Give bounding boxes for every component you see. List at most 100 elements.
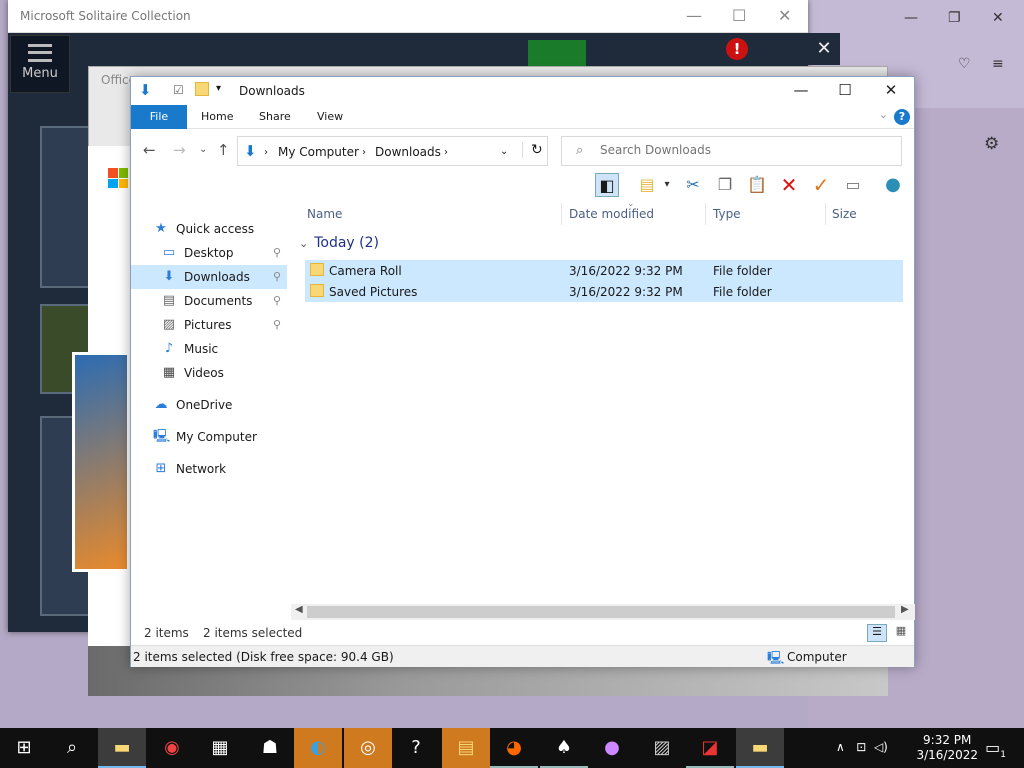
restore-icon[interactable]: ❐ [948, 10, 961, 26]
feedback-icon[interactable]: ? [392, 728, 440, 768]
office-icon[interactable]: ◪ [686, 728, 734, 768]
search-input[interactable] [600, 143, 890, 157]
column-separator[interactable] [705, 203, 706, 225]
column-name[interactable]: Name [307, 207, 342, 221]
people-icon[interactable]: ☗ [246, 728, 294, 768]
pin-icon[interactable]: ⚲ [273, 246, 281, 259]
firefox-icon[interactable]: ◕ [490, 728, 538, 768]
sidebar-item-music[interactable]: ♪ Music [131, 337, 287, 361]
pin-icon[interactable]: ⚲ [273, 270, 281, 283]
minimize-icon[interactable]: — [904, 10, 918, 26]
groove-icon[interactable]: ◎ [344, 728, 392, 768]
alert-icon[interactable]: ! [726, 38, 748, 60]
breadcrumb-my-computer[interactable]: My Computer [278, 145, 359, 159]
item-count: 2 items [144, 626, 189, 640]
settings-gear-icon[interactable]: ⚙ [984, 134, 999, 154]
search-box[interactable]: ⌕ [561, 136, 902, 166]
details-view-icon[interactable]: ☰ [867, 624, 887, 642]
calculator-icon[interactable]: ▦ [196, 728, 244, 768]
group-header-today[interactable]: ⌄ Today (2) [299, 235, 379, 251]
preview-pane-icon[interactable]: ◧ [595, 173, 619, 197]
globe-icon[interactable]: ● [881, 173, 905, 197]
refresh-icon[interactable]: ↻ [522, 142, 543, 158]
sidebar-item-onedrive[interactable]: ☁ OneDrive [131, 393, 287, 417]
cut-icon[interactable]: ✂ [681, 173, 705, 197]
column-headers: Name Date modified ⌄ Type Size [299, 199, 909, 227]
scroll-left-icon[interactable]: ◀ [295, 604, 303, 615]
breadcrumb-downloads[interactable]: Downloads [375, 145, 441, 159]
column-size[interactable]: Size [832, 207, 857, 221]
up-arrow-icon[interactable]: ↑ [217, 141, 230, 159]
search-icon[interactable]: ⌕ [48, 728, 96, 768]
tab-home[interactable]: Home [187, 105, 247, 129]
hamburger-icon [28, 44, 52, 62]
checkmark-icon[interactable]: ✓ [809, 173, 833, 197]
tab-share[interactable]: Share [245, 105, 305, 129]
pin-icon[interactable]: ⚲ [273, 318, 281, 331]
tray-chevron-icon[interactable]: ∧ [836, 740, 845, 754]
sidebar-item-videos[interactable]: ▦ Videos [131, 361, 287, 385]
solitaire-maximize-icon[interactable]: ☐ [732, 6, 746, 25]
hamburger-menu-icon[interactable]: ≡ [992, 56, 1004, 72]
solitaire-close-icon[interactable]: ✕ [778, 6, 791, 25]
solitaire-icon[interactable]: ♠ [540, 728, 588, 768]
photos-icon[interactable]: ▨ [638, 728, 686, 768]
notification-icon[interactable]: ▭1 [985, 738, 1006, 760]
address-dropdown-icon[interactable]: ⌄ [500, 146, 508, 157]
ribbon-expand-icon[interactable]: ⌄ [879, 108, 888, 121]
table-row[interactable]: Saved Pictures 3/16/2022 9:32 PM File fo… [305, 281, 903, 302]
close-button[interactable]: ✕ [877, 81, 905, 99]
copy-icon[interactable]: ❐ [713, 173, 737, 197]
pin-icon[interactable]: ⚲ [273, 294, 281, 307]
column-separator[interactable] [825, 203, 826, 225]
forward-arrow-icon[interactable]: → [173, 141, 186, 159]
edge-icon[interactable]: ◐ [294, 728, 342, 768]
store-icon[interactable]: ▤ [442, 728, 490, 768]
sidebar-item-network[interactable]: ⊞ Network [131, 457, 287, 481]
recent-locations-icon[interactable]: ⌄ [199, 144, 207, 155]
chrome-icon[interactable]: ◉ [148, 728, 196, 768]
paste-icon[interactable]: 📋 [745, 173, 769, 197]
sidebar-item-downloads[interactable]: ⬇ Downloads ⚲ [131, 265, 287, 289]
help-icon[interactable]: ? [894, 109, 910, 125]
folder-options-dropdown-icon[interactable]: ▾ [655, 173, 679, 197]
quick-access-dropdown-icon[interactable]: ▾ [216, 83, 221, 94]
clock[interactable]: 9:32 PM 3/16/2022 [916, 733, 978, 763]
pocket-icon[interactable]: ♡ [958, 56, 971, 72]
sidebar-item-documents[interactable]: ▤ Documents ⚲ [131, 289, 287, 313]
delete-icon[interactable]: ✕ [777, 173, 801, 197]
file-explorer-icon[interactable]: ▬ [98, 728, 146, 768]
scrollbar-thumb[interactable] [307, 606, 895, 618]
scroll-right-icon[interactable]: ▶ [901, 604, 909, 615]
address-bar[interactable]: ⬇ › My Computer › Downloads › ⌄ ↻ [237, 136, 548, 166]
network-icon[interactable]: ⊡ [856, 740, 866, 754]
sidebar-item-pictures[interactable]: ▨ Pictures ⚲ [131, 313, 287, 337]
column-separator[interactable] [561, 203, 562, 225]
large-icons-view-icon[interactable]: ▦ [891, 624, 911, 642]
minimize-button[interactable]: — [787, 81, 815, 99]
rename-icon[interactable]: ▭ [841, 173, 865, 197]
tab-view[interactable]: View [303, 105, 357, 129]
solitaire-fullscreen-close-icon[interactable]: ✕ [808, 33, 840, 65]
explorer-window-icon[interactable]: ▬ [736, 728, 784, 768]
sidebar-item-quick-access[interactable]: ★ Quick access [131, 217, 287, 241]
horizontal-scrollbar[interactable]: ◀ ▶ [291, 604, 915, 620]
tab-file[interactable]: File [131, 105, 187, 129]
windows-start-icon[interactable]: ⊞ [0, 728, 48, 768]
solitaire-menu-button[interactable]: Menu [10, 35, 70, 93]
close-icon[interactable]: ✕ [992, 10, 1004, 26]
sidebar-item-desktop[interactable]: ▭ Desktop ⚲ [131, 241, 287, 265]
table-row[interactable]: Camera Roll 3/16/2022 9:32 PM File folde… [305, 260, 903, 281]
sidebar-item-label: Quick access [176, 222, 255, 236]
column-type[interactable]: Type [713, 207, 741, 221]
back-arrow-icon[interactable]: ← [143, 141, 156, 159]
solitaire-minimize-icon[interactable]: — [686, 6, 702, 25]
paint3d-icon[interactable]: ● [588, 728, 636, 768]
column-date-modified[interactable]: Date modified [569, 207, 654, 221]
new-folder-icon[interactable] [195, 82, 209, 96]
properties-checkbox-icon[interactable]: ☑ [173, 83, 184, 97]
row-name: Camera Roll [329, 264, 402, 278]
sidebar-item-my-computer[interactable]: 🖳 My Computer [131, 425, 287, 449]
volume-icon[interactable]: ◁) [874, 740, 888, 754]
maximize-button[interactable]: ☐ [831, 81, 859, 99]
